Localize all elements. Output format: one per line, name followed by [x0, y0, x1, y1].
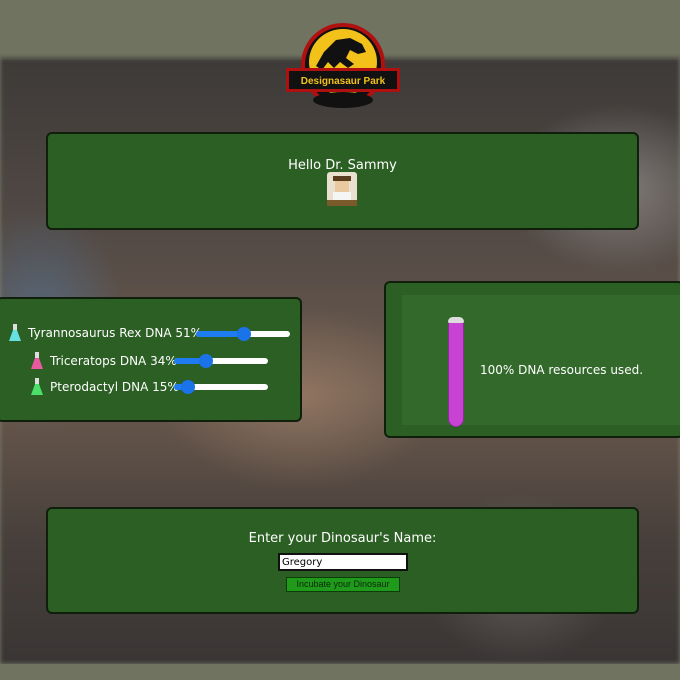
resources-text: 100% DNA resources used.	[480, 363, 644, 377]
dna-resources-panel: 100% DNA resources used.	[384, 281, 680, 438]
triceratops-dna-slider[interactable]	[174, 354, 268, 368]
greeting-text: Hello Dr. Sammy	[288, 158, 397, 173]
flask-icon	[31, 352, 43, 369]
slider-knob[interactable]	[181, 380, 196, 394]
logo-text: Designasaur Park	[301, 76, 386, 87]
flask-icon	[9, 324, 21, 341]
name-prompt: Enter your Dinosaur's Name:	[248, 531, 437, 546]
incubate-button[interactable]: Incubate your Dinosaur	[286, 577, 400, 592]
dna-label-trex: Tyrannosaurus Rex DNA 51%	[28, 326, 203, 340]
dna-label-pterodactyl: Pterodactyl DNA 15%	[50, 380, 179, 394]
tube-cap	[448, 317, 464, 323]
trex-dna-slider[interactable]	[196, 327, 290, 341]
park-logo: Designasaur Park	[286, 23, 400, 108]
bottom-bar	[0, 664, 680, 680]
slider-knob[interactable]	[236, 327, 251, 341]
naming-panel: Enter your Dinosaur's Name: Incubate you…	[46, 507, 639, 614]
dna-row-trex: Tyrannosaurus Rex DNA 51%	[8, 323, 202, 343]
dinosaur-name-input[interactable]	[278, 553, 408, 571]
scientist-avatar-icon	[327, 172, 357, 206]
pterodactyl-dna-slider[interactable]	[174, 380, 268, 394]
dna-mix-panel: Tyrannosaurus Rex DNA 51% Triceratops DN…	[0, 297, 302, 422]
slider-knob[interactable]	[198, 354, 213, 368]
dna-row-pterodactyl: Pterodactyl DNA 15%	[30, 377, 179, 397]
dna-label-triceratops: Triceratops DNA 34%	[50, 354, 177, 368]
dna-row-triceratops: Triceratops DNA 34%	[30, 351, 177, 371]
dna-tube-fill	[448, 317, 464, 427]
flask-icon	[31, 378, 43, 395]
tube-area: 100% DNA resources used.	[402, 295, 680, 427]
